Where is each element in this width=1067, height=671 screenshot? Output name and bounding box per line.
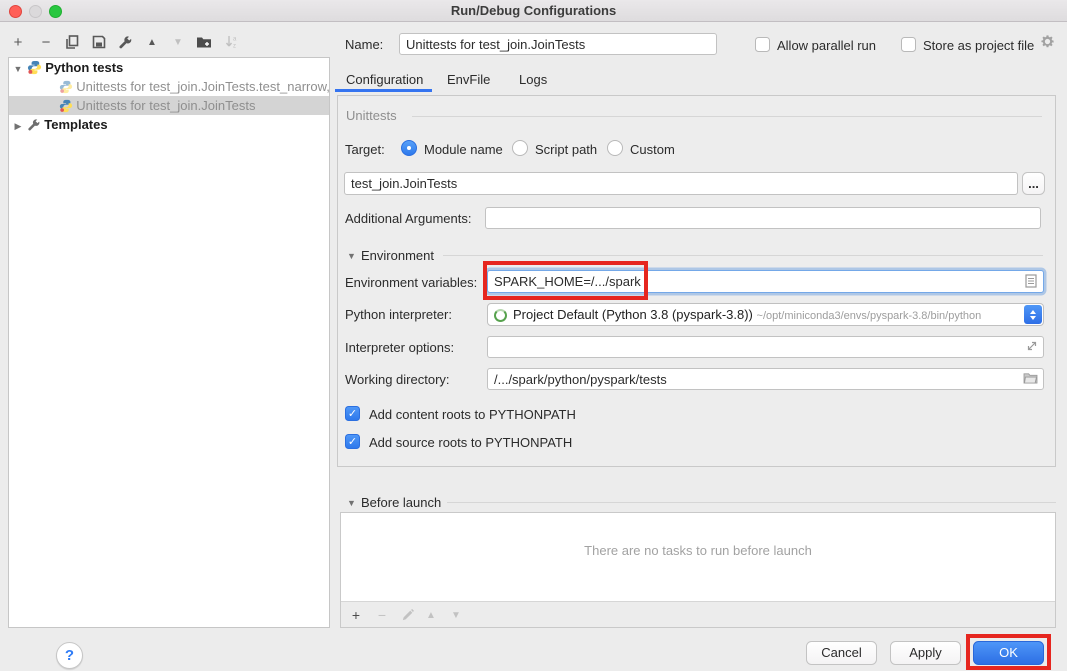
python-icon <box>27 60 42 77</box>
before-launch-section-title: Before launch <box>361 495 441 510</box>
sort-configurations-icon: az <box>223 33 241 51</box>
help-button[interactable]: ? <box>56 642 83 669</box>
add-source-roots-label: Add source roots to PYTHONPATH <box>369 435 572 450</box>
tree-item-label: Templates <box>44 117 107 132</box>
store-as-project-file-label: Store as project file <box>923 38 1034 53</box>
edit-variables-list-icon[interactable] <box>1025 274 1037 291</box>
expand-arrow-icon[interactable]: ▶ <box>13 117 23 134</box>
allow-parallel-run-checkbox[interactable] <box>755 37 770 52</box>
before-launch-task-list: There are no tasks to run before launch … <box>340 512 1056 628</box>
radio-script-path[interactable] <box>512 140 528 156</box>
browse-module-button[interactable]: ... <box>1022 172 1045 195</box>
python-interpreter-select[interactable]: Project Default (Python 3.8 (pyspark-3.8… <box>487 303 1044 326</box>
gear-icon[interactable] <box>1040 34 1055 52</box>
configurations-tree: ▼ Python tests Unittests for test_join.J… <box>8 57 330 628</box>
interpreter-options-label: Interpreter options: <box>345 340 454 355</box>
group-divider <box>412 116 1042 117</box>
python-icon <box>59 80 73 96</box>
edit-task-pencil-icon <box>398 606 416 624</box>
browse-folder-icon[interactable] <box>1023 372 1038 387</box>
store-as-project-file-checkbox[interactable] <box>901 37 916 52</box>
tree-item-label: Unittests for test_join.JoinTests.test_n… <box>76 79 329 94</box>
remove-task-icon: − <box>373 606 391 624</box>
radio-custom[interactable] <box>607 140 623 156</box>
module-name-input[interactable] <box>344 172 1018 195</box>
tab-logs[interactable]: Logs <box>519 72 547 87</box>
apply-button[interactable]: Apply <box>890 641 961 665</box>
add-source-roots-checkbox[interactable]: ✓ <box>345 434 360 449</box>
environment-variables-label: Environment variables: <box>345 275 477 290</box>
move-task-up-icon: ▲ <box>422 606 440 624</box>
python-icon <box>59 99 73 115</box>
new-folder-icon[interactable] <box>195 33 213 51</box>
before-launch-toolbar: + − ▲ ▼ <box>341 601 1055 627</box>
before-launch-empty-text: There are no tasks to run before launch <box>341 543 1055 558</box>
tab-configuration[interactable]: Configuration <box>346 72 423 87</box>
svg-text:a: a <box>233 37 237 43</box>
environment-variables-input[interactable] <box>487 270 1044 293</box>
tree-item-label: Python tests <box>45 60 123 75</box>
radio-module-name-label: Module name <box>424 142 503 157</box>
unittests-group-title: Unittests <box>346 108 397 123</box>
tree-item-templates[interactable]: ▶ Templates <box>9 115 329 134</box>
add-configuration-icon[interactable]: + <box>9 33 27 51</box>
radio-module-name[interactable] <box>401 140 417 156</box>
conda-env-icon <box>494 309 507 322</box>
ok-button[interactable]: OK <box>973 641 1044 665</box>
additional-arguments-label: Additional Arguments: <box>345 211 471 226</box>
move-up-icon[interactable]: ▲ <box>143 33 161 51</box>
tab-envfile[interactable]: EnvFile <box>447 72 490 87</box>
expand-field-icon[interactable] <box>1026 340 1038 355</box>
interpreter-options-input[interactable] <box>487 336 1044 358</box>
active-tab-underline <box>335 89 432 92</box>
additional-arguments-input[interactable] <box>485 207 1041 229</box>
interpreter-path: ~/opt/miniconda3/envs/pyspark-3.8/bin/py… <box>757 310 982 322</box>
radio-custom-label: Custom <box>630 142 675 157</box>
interpreter-value: Project Default (Python 3.8 (pyspark-3.8… <box>513 307 753 322</box>
section-divider <box>443 255 1043 256</box>
edit-templates-wrench-icon[interactable] <box>116 33 134 51</box>
add-content-roots-label: Add content roots to PYTHONPATH <box>369 407 576 422</box>
environment-section-title: Environment <box>361 248 434 263</box>
collapse-arrow-icon[interactable]: ▼ <box>13 60 23 77</box>
add-task-icon[interactable]: + <box>347 606 365 624</box>
move-task-down-icon: ▼ <box>447 606 465 624</box>
save-configuration-icon[interactable] <box>90 33 108 51</box>
python-interpreter-label: Python interpreter: <box>345 307 452 322</box>
window-title: Run/Debug Configurations <box>0 0 1067 22</box>
combo-stepper-icon[interactable] <box>1024 305 1042 324</box>
working-directory-input[interactable] <box>487 368 1044 390</box>
environment-collapse-icon[interactable]: ▼ <box>347 251 356 261</box>
name-input[interactable] <box>399 33 717 55</box>
name-label: Name: <box>345 37 383 52</box>
radio-script-path-label: Script path <box>535 142 597 157</box>
svg-text:z: z <box>233 44 236 50</box>
allow-parallel-run-label: Allow parallel run <box>777 38 876 53</box>
remove-configuration-icon[interactable]: − <box>37 33 55 51</box>
run-debug-configurations-dialog: Run/Debug Configurations + − ▲ ▼ az ▼ Py… <box>0 0 1067 671</box>
tree-item-label: Unittests for test_join.JoinTests <box>76 98 255 113</box>
tree-item-python-tests[interactable]: ▼ Python tests <box>9 58 329 77</box>
before-launch-collapse-icon[interactable]: ▼ <box>347 498 356 508</box>
titlebar: Run/Debug Configurations <box>0 0 1067 22</box>
tree-item-jointests-selected[interactable]: Unittests for test_join.JoinTests <box>9 96 329 115</box>
tree-item-test-narrow[interactable]: Unittests for test_join.JoinTests.test_n… <box>9 77 329 96</box>
section-divider <box>447 502 1056 503</box>
working-directory-label: Working directory: <box>345 372 450 387</box>
wrench-icon <box>27 118 41 134</box>
copy-configuration-icon[interactable] <box>63 33 81 51</box>
target-label: Target: <box>345 142 385 157</box>
cancel-button[interactable]: Cancel <box>806 641 877 665</box>
move-down-icon: ▼ <box>169 33 187 51</box>
add-content-roots-checkbox[interactable]: ✓ <box>345 406 360 421</box>
